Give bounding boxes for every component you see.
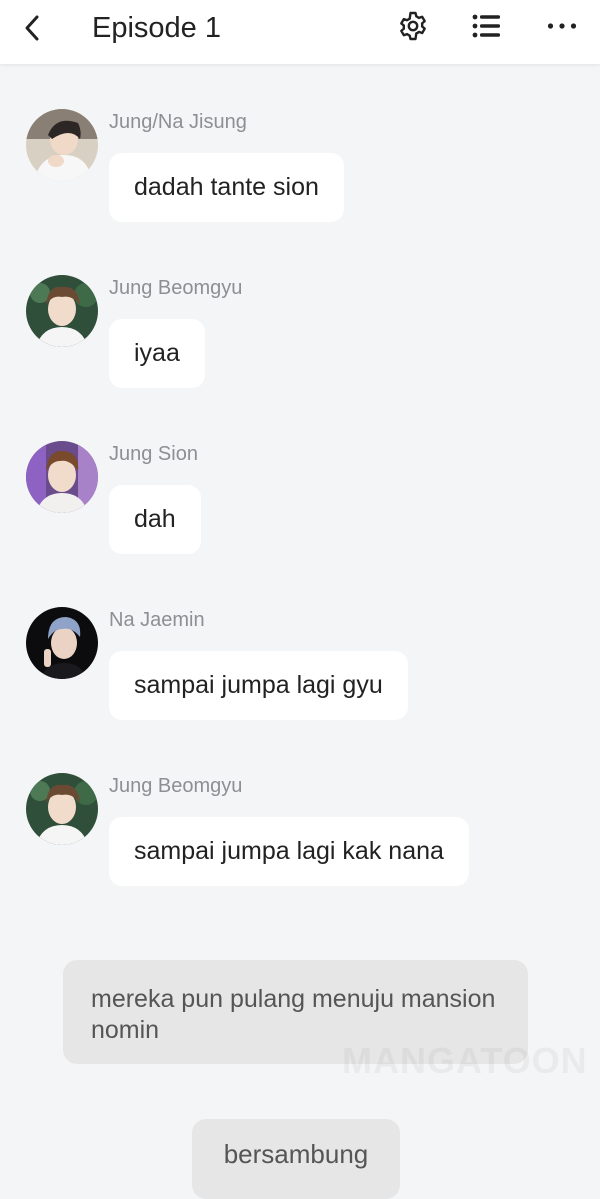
sender-name: Jung Beomgyu <box>109 775 243 797</box>
gear-icon <box>400 11 426 41</box>
list-button[interactable] <box>467 6 507 46</box>
to-be-continued-label: bersambung <box>192 1119 400 1199</box>
message-bubble[interactable]: dadah tante sion <box>109 153 344 222</box>
settings-button[interactable] <box>393 6 433 46</box>
sender-name: Jung Beomgyu <box>109 277 243 299</box>
back-chevron-icon <box>25 15 39 41</box>
sender-name: Jung/Na Jisung <box>109 111 247 133</box>
avatar-beomgyu[interactable] <box>26 773 98 845</box>
list-icon <box>472 14 500 38</box>
message-bubble[interactable]: sampai jumpa lagi gyu <box>109 651 408 720</box>
sender-name: Jung Sion <box>109 443 198 465</box>
avatar-sion[interactable] <box>26 441 98 513</box>
avatar-jaemin[interactable] <box>26 607 98 679</box>
sender-name: Na Jaemin <box>109 609 205 631</box>
avatar-beomgyu[interactable] <box>26 275 98 347</box>
top-bar: Episode 1 <box>0 0 600 64</box>
message-bubble[interactable]: iyaa <box>109 319 205 388</box>
back-button[interactable] <box>12 8 52 48</box>
page-title: Episode 1 <box>92 12 221 44</box>
more-options-button[interactable] <box>542 6 582 46</box>
message-bubble[interactable]: sampai jumpa lagi kak nana <box>109 817 469 886</box>
message-bubble[interactable]: dah <box>109 485 201 554</box>
avatar-jisung[interactable] <box>26 109 98 181</box>
more-dots-icon <box>547 23 577 29</box>
watermark: MANGATOON <box>342 1040 588 1082</box>
